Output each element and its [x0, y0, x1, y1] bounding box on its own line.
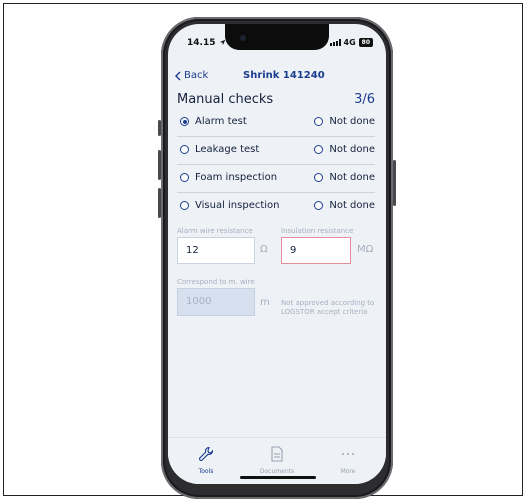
visual-inspection-radio[interactable]: Visual inspection [180, 200, 280, 211]
check-row-visual-inspection: Visual inspection Not done [177, 196, 375, 220]
option-label: Visual inspection [195, 200, 280, 211]
tab-label: Documents [259, 468, 295, 475]
volume-up-button [158, 150, 161, 180]
check-row-alarm-test: Alarm test Not done [177, 112, 375, 137]
mute-switch [158, 120, 161, 136]
wire-length-field: 1000 [177, 288, 255, 316]
alarm-wire-label: Alarm wire resistance [177, 227, 253, 235]
visual-inspection-not-done-radio[interactable]: Not done [314, 200, 375, 211]
option-label: Not done [329, 172, 375, 183]
status-time: 14.15 [187, 38, 226, 48]
radio-icon [314, 201, 324, 210]
meter-unit: m [260, 297, 270, 308]
alarm-wire-input[interactable]: 12 [177, 237, 255, 264]
wrench-icon [199, 446, 214, 461]
check-row-leakage-test: Leakage test Not done [177, 140, 375, 165]
insulation-label: Insulation resistance [281, 227, 354, 235]
error-message: Not approved according to LOGSTOR accept… [281, 299, 375, 316]
chevron-left-icon [175, 71, 181, 80]
back-label: Back [184, 70, 209, 81]
camera-icon [240, 35, 246, 41]
nav-title: Shrink 141240 [243, 70, 325, 81]
step-counter: 3/6 [354, 92, 375, 107]
signal-icon [329, 39, 341, 46]
radio-icon [180, 173, 189, 182]
megaohm-unit: MΩ [357, 244, 374, 255]
more-icon [342, 453, 354, 455]
radio-icon [314, 145, 324, 154]
option-label: Not done [329, 116, 375, 127]
alarm-test-not-done-radio[interactable]: Not done [314, 116, 375, 127]
network-label: 4G [343, 38, 356, 47]
power-button [393, 160, 396, 206]
battery-icon: 80 [358, 38, 373, 47]
foam-inspection-not-done-radio[interactable]: Not done [314, 172, 375, 183]
ohm-unit: Ω [260, 244, 268, 255]
option-label: Leakage test [195, 144, 260, 155]
foam-inspection-radio[interactable]: Foam inspection [180, 172, 277, 183]
radio-selected-icon [180, 117, 189, 126]
status-indicators: 4G 80 [329, 38, 373, 47]
radio-icon [314, 117, 324, 126]
radio-icon [180, 145, 189, 154]
tab-label: Tools [198, 468, 214, 475]
option-label: Alarm test [195, 116, 247, 127]
page-title: Manual checks [177, 92, 274, 107]
location-arrow-icon [219, 39, 225, 46]
home-indicator [240, 476, 316, 479]
volume-down-button [158, 188, 161, 218]
alarm-test-radio[interactable]: Alarm test [180, 116, 247, 127]
option-label: Not done [329, 144, 375, 155]
radio-icon [314, 173, 324, 182]
tab-more[interactable]: More [318, 446, 378, 475]
tab-label: More [340, 468, 356, 475]
insulation-input[interactable]: 9 [281, 237, 351, 264]
option-label: Not done [329, 200, 375, 211]
wire-length-label: Correspond to m. wire [177, 278, 255, 286]
document-icon [271, 446, 283, 462]
leakage-test-not-done-radio[interactable]: Not done [314, 144, 375, 155]
check-row-foam-inspection: Foam inspection Not done [177, 168, 375, 193]
tab-documents[interactable]: Documents [247, 446, 307, 475]
back-button[interactable]: Back [175, 70, 208, 81]
leakage-test-radio[interactable]: Leakage test [180, 144, 259, 155]
radio-icon [180, 201, 189, 210]
phone-screen: 14.15 4G 80 Back Shrink 141240 Manual ch… [168, 24, 386, 484]
nav-bar: Back Shrink 141240 [175, 70, 379, 84]
option-label: Foam inspection [195, 172, 278, 183]
tab-tools[interactable]: Tools [176, 446, 236, 475]
